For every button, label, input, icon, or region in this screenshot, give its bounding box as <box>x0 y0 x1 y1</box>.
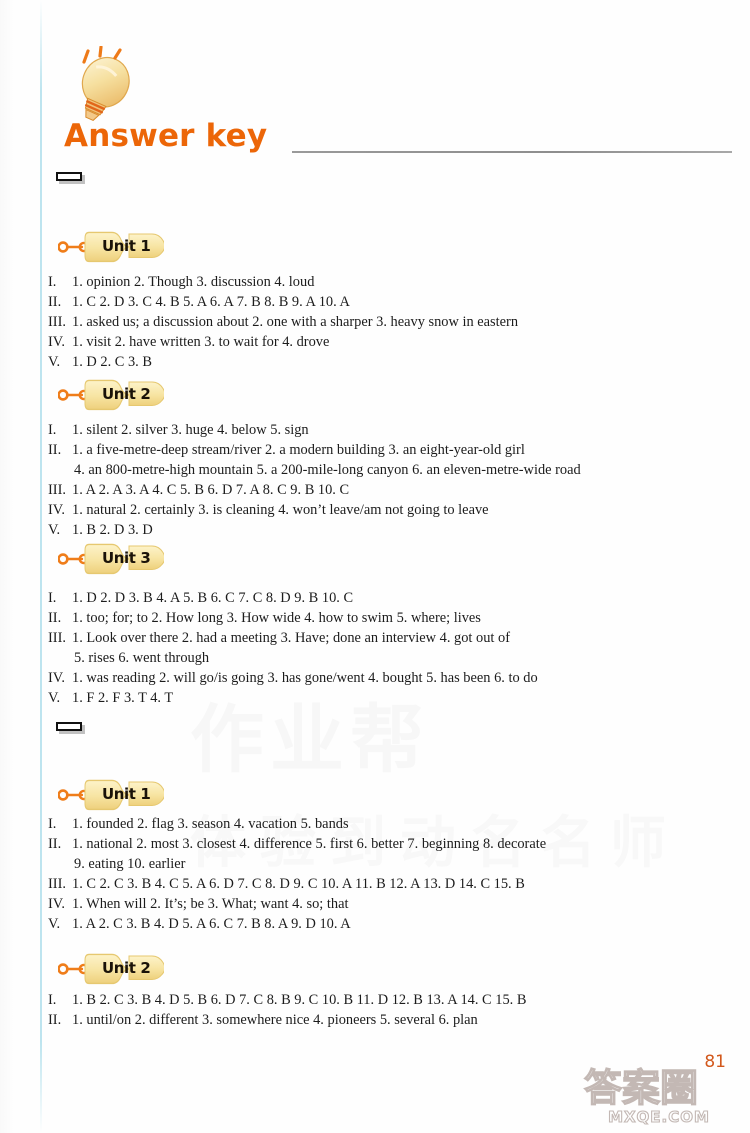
answer-roman-numeral: IV. <box>48 670 65 686</box>
answer-line: II. 1. until/on 2. different 3. somewhere… <box>48 1010 478 1030</box>
answer-roman-numeral: I. <box>48 422 57 438</box>
answer-line: IV. 1. visit 2. have written 3. to wait f… <box>48 332 329 352</box>
answer-text: 4. an 800-metre-high mountain 5. a 200-m… <box>74 462 581 478</box>
answer-text: 1. silent 2. silver 3. huge 4. below 5. … <box>72 422 309 438</box>
answer-line: V. 1. F 2. F 3. T 4. T <box>48 688 173 708</box>
answer-roman-numeral: V. <box>48 354 61 370</box>
title-underline <box>292 151 732 153</box>
page-title: Answer key <box>64 118 268 154</box>
answer-text: 1. asked us; a discussion about 2. one w… <box>72 314 519 330</box>
answer-roman-numeral: IV. <box>48 334 65 350</box>
answer-text: 1. A 2. A 3. A 4. C 5. B 6. D 7. A 8. C … <box>72 482 350 498</box>
unit-label: Unit 3 <box>102 549 151 567</box>
background-watermark-line1: 作业帮 <box>190 697 430 783</box>
unit-label: Unit 1 <box>102 785 151 803</box>
answer-line: III. 1. C 2. C 3. B 4. C 5. A 6. D 7. C 8… <box>48 874 525 894</box>
site-watermark: 答案圈 MXQE.COM <box>583 1066 734 1130</box>
answer-text: 1. natural 2. certainly 3. is cleaning 4… <box>72 502 489 518</box>
answer-text: 1. national 2. most 3. closest 4. differ… <box>72 836 547 852</box>
answer-text: 1. Look over there 2. had a meeting 3. H… <box>72 630 510 646</box>
answer-roman-numeral: I. <box>48 590 57 606</box>
answer-roman-numeral: IV. <box>48 896 65 912</box>
answer-text: 1. C 2. C 3. B 4. C 5. A 6. D 7. C 8. D … <box>72 876 525 892</box>
answer-roman-numeral: IV. <box>48 502 65 518</box>
answer-line: IV. 1. natural 2. certainly 3. is cleanin… <box>48 500 489 520</box>
answer-line: II. 1. too; for; to 2. How long 3. How wi… <box>48 608 481 628</box>
answer-text: 1. B 2. C 3. B 4. D 5. B 6. D 7. C 8. B … <box>72 992 527 1008</box>
site-watermark-en: MXQE.COM <box>608 1107 710 1126</box>
answer-line: V. 1. B 2. D 3. D <box>48 520 153 540</box>
answer-text: 1. a five-metre-deep stream/river 2. a m… <box>72 442 525 458</box>
answer-text: 1. until/on 2. different 3. somewhere ni… <box>72 1012 478 1028</box>
answer-text: 1. too; for; to 2. How long 3. How wide … <box>72 610 481 626</box>
answer-roman-numeral: V. <box>48 690 61 706</box>
answer-line: II. 1. national 2. most 3. closest 4. dif… <box>48 834 546 854</box>
answer-line: V. 1. A 2. C 3. B 4. D 5. A 6. C 7. B 8. … <box>48 914 351 934</box>
answer-line: I. 1. D 2. D 3. B 4. A 5. B 6. C 7. C 8. … <box>48 588 353 608</box>
answer-roman-numeral: I. <box>48 274 57 290</box>
answer-roman-numeral: V. <box>48 522 61 538</box>
background-watermark: 作业帮 体验到动名名师 <box>190 688 666 896</box>
answer-line: V. 1. D 2. C 3. B <box>48 352 152 372</box>
answer-text: 9. eating 10. earlier <box>74 856 186 872</box>
answer-line: I. 1. opinion 2. Though 3. discussion 4. … <box>48 272 314 292</box>
answer-line: I. 1. founded 2. flag 3. season 4. vacati… <box>48 814 349 834</box>
answer-text: 1. founded 2. flag 3. season 4. vacation… <box>72 816 349 832</box>
answer-text: 1. When will 2. It’s; be 3. What; want 4… <box>72 896 349 912</box>
answer-line: II. 1. a five-metre-deep stream/river 2. … <box>48 440 525 460</box>
answer-text: 1. C 2. D 3. C 4. B 5. A 6. A 7. B 8. B … <box>72 294 350 310</box>
module-header-2 <box>56 722 82 731</box>
answer-line: III. 1. asked us; a discussion about 2. o… <box>48 312 518 332</box>
answer-text: 1. D 2. D 3. B 4. A 5. B 6. C 7. C 8. D … <box>72 590 354 606</box>
answer-text: 1. A 2. C 3. B 4. D 5. A 6. C 7. B 8. A … <box>72 916 351 932</box>
answer-text: 1. was reading 2. will go/is going 3. ha… <box>72 670 538 686</box>
scan-edge-line <box>40 0 42 1133</box>
answer-text: 1. visit 2. have written 3. to wait for … <box>72 334 330 350</box>
unit-label: Unit 2 <box>102 385 151 403</box>
answer-roman-numeral: III. <box>48 314 66 330</box>
answer-roman-numeral: II. <box>48 610 62 626</box>
answer-line: II. 1. C 2. D 3. C 4. B 5. A 6. A 7. B 8.… <box>48 292 350 312</box>
answer-roman-numeral: II. <box>48 442 62 458</box>
answer-roman-numeral: I. <box>48 992 57 1008</box>
scan-shadow <box>0 0 14 1133</box>
answer-text: 1. F 2. F 3. T 4. T <box>72 690 174 706</box>
page-number: 81 <box>704 1052 726 1072</box>
answer-text: 1. opinion 2. Though 3. discussion 4. lo… <box>72 274 315 290</box>
answer-line: IV. 1. When will 2. It’s; be 3. What; wan… <box>48 894 348 914</box>
answer-roman-numeral: III. <box>48 630 66 646</box>
answer-line: IV. 1. was reading 2. will go/is going 3.… <box>48 668 538 688</box>
answer-roman-numeral: V. <box>48 916 61 932</box>
answer-roman-numeral: II. <box>48 1012 62 1028</box>
module-header-1 <box>56 172 82 181</box>
answer-line: 5. rises 6. went through <box>48 648 209 668</box>
answer-line: III. 1. Look over there 2. had a meeting … <box>48 628 510 648</box>
answer-line: I. 1. B 2. C 3. B 4. D 5. B 6. D 7. C 8. … <box>48 990 526 1010</box>
unit-label: Unit 1 <box>102 237 151 255</box>
unit-label: Unit 2 <box>102 959 151 977</box>
answer-roman-numeral: I. <box>48 816 57 832</box>
answer-line: 4. an 800-metre-high mountain 5. a 200-m… <box>48 460 581 480</box>
answer-line: 9. eating 10. earlier <box>48 854 185 874</box>
answer-text: 1. D 2. C 3. B <box>72 354 152 370</box>
answer-key-page: 作业帮 体验到动名名师 <box>0 0 750 1133</box>
answer-roman-numeral: III. <box>48 482 66 498</box>
answer-roman-numeral: III. <box>48 876 66 892</box>
answer-line: I. 1. silent 2. silver 3. huge 4. below 5… <box>48 420 309 440</box>
answer-text: 1. B 2. D 3. D <box>72 522 153 538</box>
answer-text: 5. rises 6. went through <box>74 650 210 666</box>
answer-line: III. 1. A 2. A 3. A 4. C 5. B 6. D 7. A 8… <box>48 480 349 500</box>
answer-roman-numeral: II. <box>48 294 62 310</box>
site-watermark-cn: 答案圈 <box>583 1066 699 1110</box>
page-title-row: Answer key <box>64 118 732 160</box>
answer-roman-numeral: II. <box>48 836 62 852</box>
